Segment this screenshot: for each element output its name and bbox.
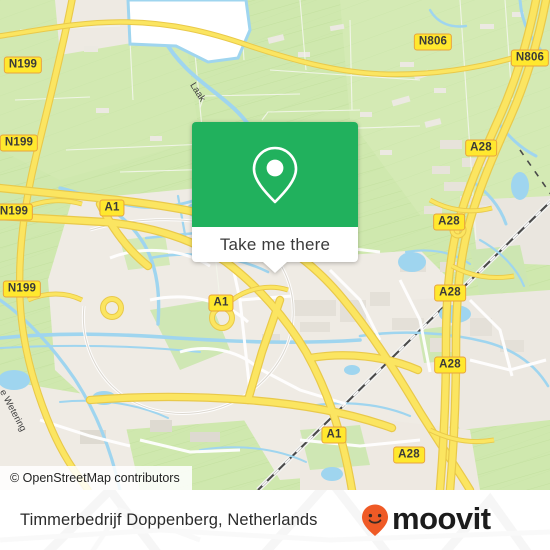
- footer-bar: Timmerbedrijf Doppenberg, Netherlands mo…: [0, 490, 550, 550]
- callout-icon-area: [192, 122, 358, 227]
- callout-tail: [263, 262, 287, 273]
- road-shield-n199: N199: [0, 134, 39, 152]
- map-attribution[interactable]: © OpenStreetMap contributors: [0, 466, 192, 490]
- map-pin-icon: [252, 146, 298, 203]
- road-shield-n806: N806: [510, 49, 550, 67]
- road-shield-a28: A28: [434, 284, 466, 302]
- road-shield-n199: N199: [3, 56, 43, 74]
- map-screen: N199 N199 N199 N199 A1 A1 A1 N806 N806 A28 A28 A28 A…: [0, 0, 550, 550]
- moovit-wordmark-text: moovit: [392, 503, 491, 536]
- map-canvas[interactable]: N199 N199 N199 N199 A1 A1 A1 N806 N806 A28 A28 A28 A…: [0, 0, 550, 490]
- callout-action[interactable]: Take me there: [192, 227, 358, 262]
- road-shield-a1: A1: [321, 426, 347, 444]
- take-me-there-callout[interactable]: Take me there: [192, 122, 358, 273]
- road-shield-n199: N199: [2, 280, 42, 298]
- moovit-smiley-pin-icon: [362, 504, 388, 536]
- moovit-logo[interactable]: moovit: [360, 490, 542, 550]
- place-title: Timmerbedrijf Doppenberg, Netherlands: [20, 490, 317, 550]
- road-shield-a28: A28: [393, 446, 425, 464]
- moovit-wordmark: moovit: [392, 503, 491, 536]
- place-title-text: Timmerbedrijf Doppenberg, Netherlands: [20, 510, 318, 529]
- road-shield-n806: N806: [413, 33, 453, 51]
- road-shield-a1: A1: [99, 199, 125, 217]
- road-shield-a28: A28: [434, 356, 466, 374]
- road-shield-n199: N199: [0, 203, 34, 221]
- attribution-text: © OpenStreetMap contributors: [10, 471, 180, 485]
- road-shield-a28: A28: [465, 139, 497, 157]
- road-shield-a28: A28: [433, 213, 465, 231]
- callout-label: Take me there: [219, 234, 331, 254]
- road-shield-a1: A1: [208, 294, 234, 312]
